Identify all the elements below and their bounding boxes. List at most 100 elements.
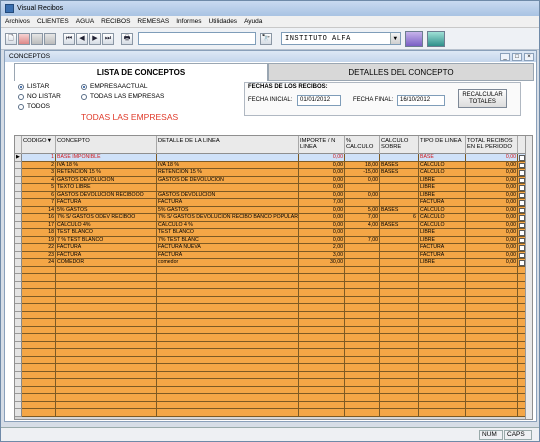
cell-total[interactable] — [466, 364, 518, 372]
cell-amount[interactable]: 0,00 — [299, 214, 345, 222]
cell-code[interactable]: 22 — [22, 244, 56, 252]
cell-concept[interactable] — [56, 349, 157, 357]
menu-informes[interactable]: Informes — [176, 18, 201, 25]
cell-pct[interactable]: 7,00 — [345, 214, 380, 222]
row-header[interactable] — [15, 409, 22, 417]
cell-type[interactable] — [419, 289, 466, 297]
cell-code[interactable]: 24 — [22, 259, 56, 267]
cell-code[interactable] — [22, 341, 56, 349]
cell-concept[interactable] — [56, 409, 157, 417]
cell-concept[interactable] — [56, 274, 157, 282]
cell-detail[interactable] — [157, 401, 299, 409]
cell-over[interactable] — [380, 259, 419, 267]
new-icon[interactable]: 🗋 — [5, 32, 17, 45]
cell-detail[interactable]: CALCULO 4 % — [157, 221, 299, 229]
menu-remesas[interactable]: REMESAS — [137, 18, 169, 25]
last-record-icon[interactable]: ⏭ — [102, 32, 114, 45]
cell-over[interactable]: BASES — [380, 221, 419, 229]
cell-type[interactable]: FACTURA — [419, 199, 466, 207]
row-header[interactable] — [15, 206, 22, 214]
cell-code[interactable]: 2 — [22, 161, 56, 169]
cell-pct[interactable] — [345, 281, 380, 289]
cell-pct[interactable] — [345, 296, 380, 304]
tab-lista-conceptos[interactable]: LISTA DE CONCEPTOS — [14, 63, 268, 81]
cell-over[interactable] — [380, 401, 419, 409]
cell-concept[interactable] — [56, 356, 157, 364]
delete-icon[interactable] — [18, 32, 30, 45]
cell-concept[interactable]: IVA 18 % — [56, 161, 157, 169]
cell-type[interactable]: CALCULO — [419, 169, 466, 177]
table-row[interactable]: 6 GASTOS DEVOLUCION RECIBOOO GASTOS DEVOLU… — [15, 191, 532, 199]
table-row[interactable]: 18 TEST BLANCO TEST BLANCO 0,00 LIBRE 0,00 — [15, 229, 532, 237]
cell-detail[interactable] — [157, 341, 299, 349]
cell-total[interactable] — [466, 386, 518, 394]
cell-detail[interactable] — [157, 304, 299, 312]
table-row[interactable]: 16 7% S/ GASTOS ODEV RECIBOO 7% S/ GASTOS … — [15, 214, 532, 222]
cell-pct[interactable] — [345, 356, 380, 364]
cell-type[interactable]: FACTURA — [419, 251, 466, 259]
cell-concept[interactable] — [56, 401, 157, 409]
cell-total[interactable]: 0,00 — [466, 214, 518, 222]
radio-listar[interactable]: LISTAR — [18, 83, 49, 90]
cell-concept[interactable]: TEXTO LIBRE — [56, 184, 157, 192]
cell-over[interactable] — [380, 296, 419, 304]
maximize-icon[interactable]: □ — [512, 52, 522, 61]
cell-amount[interactable] — [299, 319, 345, 327]
cell-amount[interactable] — [299, 266, 345, 274]
cell-amount[interactable] — [299, 326, 345, 334]
cell-code[interactable]: 18 — [22, 229, 56, 237]
cell-total[interactable]: 0,00 — [466, 259, 518, 267]
print-icon[interactable]: 🖶 — [121, 32, 133, 45]
cell-amount[interactable] — [299, 379, 345, 387]
cell-amount[interactable]: 3,00 — [299, 251, 345, 259]
cell-code[interactable] — [22, 364, 56, 372]
cell-type[interactable] — [419, 326, 466, 334]
cell-amount[interactable]: 0,00 — [299, 221, 345, 229]
row-header[interactable] — [15, 169, 22, 177]
cell-detail[interactable] — [157, 364, 299, 372]
cell-total[interactable]: 0,00 — [466, 176, 518, 184]
cell-amount[interactable]: 0,00 — [299, 191, 345, 199]
cell-type[interactable] — [419, 266, 466, 274]
cell-over[interactable] — [380, 281, 419, 289]
row-header[interactable] — [15, 356, 22, 364]
cell-type[interactable] — [419, 334, 466, 342]
cell-total[interactable]: 0,00 — [466, 169, 518, 177]
col-calculo-sobre[interactable]: CALCULO SOBRE — [380, 136, 419, 154]
cell-amount[interactable] — [299, 341, 345, 349]
end-date-field[interactable]: 16/10/2012 — [397, 95, 445, 106]
cell-total[interactable] — [466, 326, 518, 334]
cell-over[interactable] — [380, 266, 419, 274]
cell-over[interactable] — [380, 386, 419, 394]
row-header[interactable] — [15, 289, 22, 297]
row-header[interactable] — [15, 236, 22, 244]
cell-pct[interactable] — [345, 229, 380, 237]
cell-pct[interactable] — [345, 326, 380, 334]
cell-concept[interactable]: FACTURA — [56, 251, 157, 259]
cell-type[interactable]: FACTURA — [419, 244, 466, 252]
cell-type[interactable]: LIBRE — [419, 236, 466, 244]
cell-detail[interactable]: GASTOS DEVOLUCION — [157, 191, 299, 199]
cell-total[interactable]: 0,00 — [466, 191, 518, 199]
col-codigo[interactable]: CODIGO▼ — [22, 136, 56, 154]
cell-amount[interactable] — [299, 386, 345, 394]
cell-type[interactable] — [419, 386, 466, 394]
cell-code[interactable] — [22, 356, 56, 364]
start-date-field[interactable]: 01/01/2012 — [297, 95, 341, 106]
table-row[interactable] — [15, 304, 532, 312]
cell-total[interactable] — [466, 379, 518, 387]
menu-ayuda[interactable]: Ayuda — [244, 18, 262, 25]
cell-total[interactable] — [466, 304, 518, 312]
cell-pct[interactable] — [345, 341, 380, 349]
table-row[interactable] — [15, 341, 532, 349]
cell-detail[interactable]: RETENCION 15 % — [157, 169, 299, 177]
cell-type[interactable] — [419, 296, 466, 304]
cell-total[interactable] — [466, 401, 518, 409]
cell-detail[interactable]: 7% S/ GASTOS DEVOLUCION RECIBO BANCO POP… — [157, 214, 299, 222]
row-header[interactable] — [15, 191, 22, 199]
cell-total[interactable] — [466, 289, 518, 297]
row-header[interactable] — [15, 229, 22, 237]
cell-over[interactable] — [380, 364, 419, 372]
cell-over[interactable]: BASES — [380, 206, 419, 214]
cell-over[interactable] — [380, 379, 419, 387]
